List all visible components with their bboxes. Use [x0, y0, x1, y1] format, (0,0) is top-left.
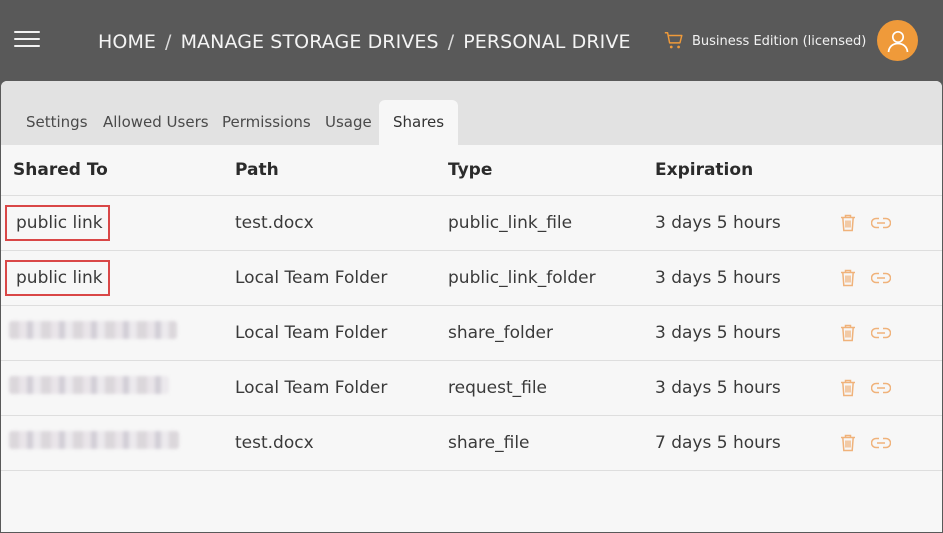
shared-to-cell	[1, 360, 223, 416]
expiration-cell: 3 days 5 hours	[643, 250, 828, 306]
actions-cell	[828, 360, 942, 416]
actions-cell	[828, 305, 942, 361]
type-cell: share_file	[436, 415, 643, 471]
expiration-cell: 7 days 5 hours	[643, 415, 828, 471]
expiration-cell: 3 days 5 hours	[643, 360, 828, 416]
expiration-cell: 3 days 5 hours	[643, 305, 828, 361]
hamburger-menu-icon[interactable]	[14, 29, 40, 49]
link-icon[interactable]	[871, 437, 891, 449]
type-cell: public_link_file	[436, 195, 643, 251]
redacted-user	[9, 431, 179, 449]
column-header-actions	[828, 145, 942, 196]
public-link-label: public link	[5, 259, 110, 296]
tab-permissions[interactable]: Permissions	[222, 100, 311, 145]
expiration-cell: 3 days 5 hours	[643, 195, 828, 251]
breadcrumb-personal-drive: PERSONAL DRIVE	[463, 31, 631, 53]
link-icon[interactable]	[871, 382, 891, 394]
table-header-row: Shared To Path Type Expiration	[1, 145, 942, 196]
tab-usage[interactable]: Usage	[325, 100, 372, 145]
column-header-expiration: Expiration	[643, 145, 828, 196]
trash-icon[interactable]	[840, 379, 856, 397]
tab-bar: Settings Allowed Users Permissions Usage…	[1, 81, 942, 145]
path-cell: test.docx	[223, 195, 436, 251]
link-icon[interactable]	[871, 272, 891, 284]
shared-to-cell	[1, 415, 223, 471]
shared-to-cell: public link	[1, 195, 223, 251]
table-row: public link test.docx public_link_file 3…	[1, 195, 942, 251]
actions-cell	[828, 250, 942, 306]
column-header-path: Path	[223, 145, 436, 196]
breadcrumb-separator: /	[447, 31, 455, 53]
shared-to-cell: public link	[1, 250, 223, 306]
shared-to-cell	[1, 305, 223, 361]
redacted-user	[9, 321, 177, 339]
drive-card: Settings Allowed Users Permissions Usage…	[1, 81, 942, 532]
actions-cell	[828, 195, 942, 251]
public-link-label: public link	[5, 204, 110, 241]
edition-label: Business Edition (licensed)	[692, 33, 867, 49]
link-icon[interactable]	[871, 217, 891, 229]
tab-shares[interactable]: Shares	[379, 100, 459, 145]
breadcrumb-home[interactable]: HOME	[98, 31, 156, 53]
column-header-type: Type	[436, 145, 643, 196]
table-row: public link Local Team Folder public_lin…	[1, 250, 942, 306]
link-icon[interactable]	[871, 327, 891, 339]
column-header-shared-to: Shared To	[1, 145, 223, 196]
shares-table: Shared To Path Type Expiration public li…	[1, 145, 942, 471]
trash-icon[interactable]	[840, 324, 856, 342]
trash-icon[interactable]	[840, 269, 856, 287]
type-cell: request_file	[436, 360, 643, 416]
tab-settings[interactable]: Settings	[26, 100, 88, 145]
trash-icon[interactable]	[840, 214, 856, 232]
edition-info[interactable]: Business Edition (licensed)	[663, 28, 866, 54]
tab-allowed-users[interactable]: Allowed Users	[103, 100, 209, 145]
type-cell: share_folder	[436, 305, 643, 361]
type-cell: public_link_folder	[436, 250, 643, 306]
user-avatar-icon[interactable]	[877, 20, 918, 61]
breadcrumb-separator: /	[165, 31, 172, 53]
breadcrumb-manage-storage-drives[interactable]: MANAGE STORAGE DRIVES	[181, 31, 439, 53]
trash-icon[interactable]	[840, 434, 856, 452]
table-row: Local Team Folder request_file 3 days 5 …	[1, 360, 942, 416]
user-icon	[887, 30, 908, 52]
breadcrumb: HOME / MANAGE STORAGE DRIVES / PERSONAL …	[98, 29, 631, 55]
table-row: Local Team Folder share_folder 3 days 5 …	[1, 305, 942, 361]
top-bar: HOME / MANAGE STORAGE DRIVES / PERSONAL …	[0, 0, 943, 82]
cart-icon	[664, 32, 683, 49]
table-row: test.docx share_file 7 days 5 hours	[1, 415, 942, 471]
path-cell: Local Team Folder	[223, 250, 436, 306]
path-cell: Local Team Folder	[223, 305, 436, 361]
redacted-user	[9, 376, 169, 394]
path-cell: Local Team Folder	[223, 360, 436, 416]
actions-cell	[828, 415, 942, 471]
path-cell: test.docx	[223, 415, 436, 471]
